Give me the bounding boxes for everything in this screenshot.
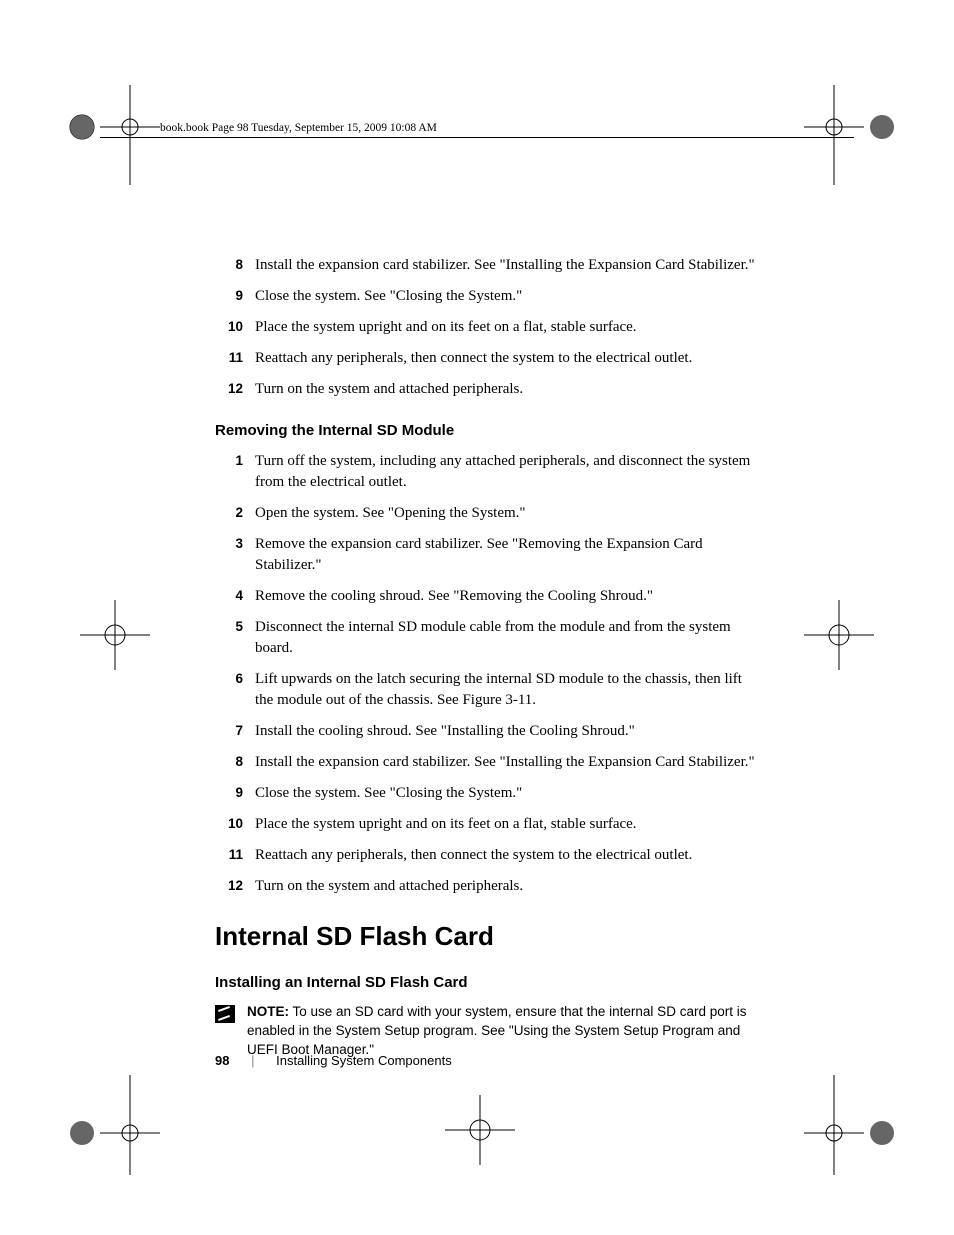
crop-mark-icon: [80, 600, 150, 670]
crop-mark-icon: [60, 1075, 160, 1175]
step-item: 9Close the system. See "Closing the Syst…: [215, 783, 755, 804]
note-text: NOTE: To use an SD card with your system…: [247, 1003, 755, 1060]
running-header: book.book Page 98 Tuesday, September 15,…: [160, 122, 437, 134]
page-content: 8Install the expansion card stabilizer. …: [215, 255, 755, 1060]
step-item: 8Install the expansion card stabilizer. …: [215, 752, 755, 773]
subheading-installing: Installing an Internal SD Flash Card: [215, 974, 755, 991]
step-number: 9: [215, 783, 255, 804]
step-item: 8Install the expansion card stabilizer. …: [215, 255, 755, 276]
crop-mark-icon: [60, 85, 160, 185]
step-item: 10Place the system upright and on its fe…: [215, 317, 755, 338]
step-text: Lift upwards on the latch securing the i…: [255, 669, 755, 711]
footer-section: Installing System Components: [276, 1053, 452, 1068]
step-item: 10Place the system upright and on its fe…: [215, 814, 755, 835]
page-number: 98: [215, 1053, 229, 1068]
step-number: 1: [215, 451, 255, 493]
heading-sd-flash: Internal SD Flash Card: [215, 921, 755, 952]
step-item: 3Remove the expansion card stabilizer. S…: [215, 534, 755, 576]
step-number: 8: [215, 752, 255, 773]
step-number: 3: [215, 534, 255, 576]
step-text: Place the system upright and on its feet…: [255, 317, 755, 338]
step-text: Reattach any peripherals, then connect t…: [255, 845, 755, 866]
step-item: 12Turn on the system and attached periph…: [215, 876, 755, 897]
step-text: Install the expansion card stabilizer. S…: [255, 255, 755, 276]
step-number: 10: [215, 814, 255, 835]
step-text: Open the system. See "Opening the System…: [255, 503, 755, 524]
header-rule: [100, 137, 854, 138]
step-text: Turn off the system, including any attac…: [255, 451, 755, 493]
step-number: 11: [215, 348, 255, 369]
step-item: 9Close the system. See "Closing the Syst…: [215, 286, 755, 307]
step-text: Place the system upright and on its feet…: [255, 814, 755, 835]
step-number: 4: [215, 586, 255, 607]
note-icon: [215, 1005, 235, 1023]
note-block: NOTE: To use an SD card with your system…: [215, 1003, 755, 1060]
step-item: 11Reattach any peripherals, then connect…: [215, 348, 755, 369]
step-text: Install the cooling shroud. See "Install…: [255, 721, 755, 742]
step-number: 6: [215, 669, 255, 711]
step-text: Reattach any peripherals, then connect t…: [255, 348, 755, 369]
note-label: NOTE:: [247, 1004, 289, 1019]
crop-mark-icon: [804, 1075, 904, 1175]
step-item: 5Disconnect the internal SD module cable…: [215, 617, 755, 659]
step-item: 2Open the system. See "Opening the Syste…: [215, 503, 755, 524]
step-number: 5: [215, 617, 255, 659]
step-item: 4Remove the cooling shroud. See "Removin…: [215, 586, 755, 607]
step-item: 7Install the cooling shroud. See "Instal…: [215, 721, 755, 742]
step-item: 1Turn off the system, including any atta…: [215, 451, 755, 493]
step-text: Turn on the system and attached peripher…: [255, 876, 755, 897]
step-number: 10: [215, 317, 255, 338]
step-text: Disconnect the internal SD module cable …: [255, 617, 755, 659]
crop-mark-icon: [445, 1095, 515, 1165]
step-number: 12: [215, 379, 255, 400]
step-number: 12: [215, 876, 255, 897]
step-item: 11Reattach any peripherals, then connect…: [215, 845, 755, 866]
page-footer: 98 | Installing System Components: [215, 1053, 452, 1068]
step-number: 7: [215, 721, 255, 742]
footer-separator: |: [251, 1053, 254, 1068]
step-number: 11: [215, 845, 255, 866]
note-body: To use an SD card with your system, ensu…: [247, 1004, 746, 1057]
step-item: 6Lift upwards on the latch securing the …: [215, 669, 755, 711]
crop-mark-icon: [804, 600, 874, 670]
step-text: Install the expansion card stabilizer. S…: [255, 752, 755, 773]
step-number: 9: [215, 286, 255, 307]
step-text: Close the system. See "Closing the Syste…: [255, 286, 755, 307]
step-text: Remove the cooling shroud. See "Removing…: [255, 586, 755, 607]
subheading-removing: Removing the Internal SD Module: [215, 422, 755, 439]
step-item: 12Turn on the system and attached periph…: [215, 379, 755, 400]
step-number: 2: [215, 503, 255, 524]
step-text: Close the system. See "Closing the Syste…: [255, 783, 755, 804]
step-number: 8: [215, 255, 255, 276]
step-text: Turn on the system and attached peripher…: [255, 379, 755, 400]
crop-mark-icon: [804, 85, 904, 185]
page: book.book Page 98 Tuesday, September 15,…: [0, 0, 954, 1235]
step-text: Remove the expansion card stabilizer. Se…: [255, 534, 755, 576]
